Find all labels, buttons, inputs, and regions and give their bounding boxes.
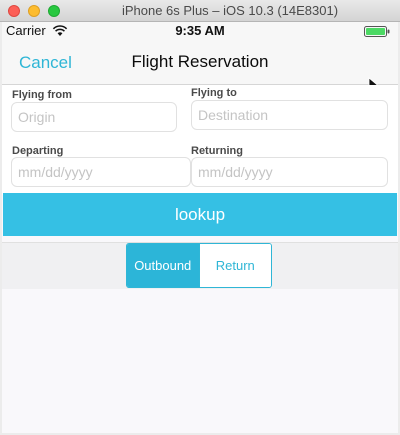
segment-bar: Outbound Return	[2, 242, 398, 289]
flying-from-label: Flying from	[12, 89, 72, 101]
results-area	[2, 289, 398, 433]
flying-to-label: Flying to	[191, 87, 237, 99]
flight-search-form: Flying from Flying to Departing Returnin…	[2, 85, 398, 195]
status-time: 9:35 AM	[175, 23, 225, 38]
close-window-button[interactable]	[8, 5, 20, 17]
segment-outbound[interactable]: Outbound	[127, 244, 199, 287]
status-bar: Carrier 9:35 AM	[2, 22, 398, 40]
battery-icon	[364, 26, 390, 37]
direction-segmented-control: Outbound Return	[126, 243, 272, 288]
navigation-bar: Cancel Flight Reservation	[2, 40, 398, 93]
window-title: iPhone 6s Plus – iOS 10.3 (14E8301)	[121, 3, 339, 18]
origin-input[interactable]	[11, 102, 177, 132]
minimize-window-button[interactable]	[28, 5, 40, 17]
window-titlebar[interactable]: iPhone 6s Plus – iOS 10.3 (14E8301)	[0, 0, 400, 22]
lookup-button[interactable]: lookup	[3, 193, 397, 236]
departing-date-input[interactable]	[11, 157, 191, 187]
device-screen: Carrier 9:35 AM Cancel Flight Reservatio…	[2, 22, 398, 433]
segment-return[interactable]: Return	[198, 244, 271, 287]
zoom-window-button[interactable]	[48, 5, 60, 17]
destination-input[interactable]	[191, 100, 388, 130]
page-title: Flight Reservation	[131, 52, 269, 71]
returning-date-input[interactable]	[191, 157, 388, 187]
simulator-window: iPhone 6s Plus – iOS 10.3 (14E8301) Carr…	[0, 0, 400, 435]
